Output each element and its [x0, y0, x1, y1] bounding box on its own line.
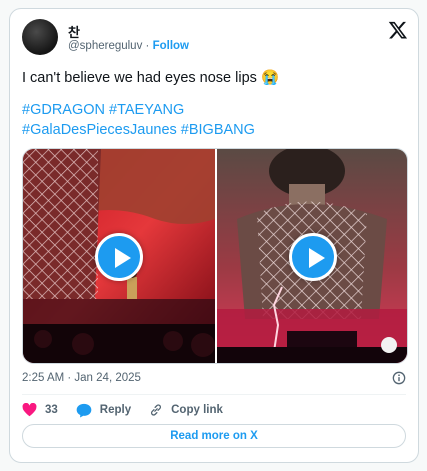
hashtag-link[interactable]: #GalaDesPiecesJaunes [22, 122, 177, 138]
author-handle-row: @sphereguluv · Follow [68, 40, 189, 52]
divider [22, 394, 406, 395]
hashtag-link[interactable]: #TAEYANG [109, 102, 184, 118]
heart-icon [22, 403, 37, 417]
hashtag-link[interactable]: #GDRAGON [22, 102, 105, 118]
x-logo-icon[interactable] [388, 20, 408, 40]
tweet-text: I can't believe we had eyes nose lips 😭 [22, 70, 279, 86]
separator-dot: · [145, 40, 150, 52]
author-handle[interactable]: @sphereguluv [68, 40, 142, 52]
play-icon[interactable] [289, 233, 337, 281]
reply-bubble-icon [76, 403, 92, 417]
hashtag-line: #GDRAGON #TAEYANG [22, 102, 184, 118]
follow-button[interactable]: Follow [153, 40, 189, 52]
like-button[interactable]: 33 [22, 403, 58, 417]
media-grid [22, 148, 408, 364]
tweet-card: 찬 @sphereguluv · Follow I can't believe … [9, 8, 419, 463]
author-display-name[interactable]: 찬 [68, 22, 80, 41]
hashtag-line: #GalaDesPiecesJaunes #BIGBANG [22, 122, 255, 138]
video-thumbnail[interactable] [217, 149, 407, 363]
reply-button[interactable]: Reply [76, 403, 131, 418]
read-more-button[interactable]: Read more on X [22, 424, 406, 448]
copy-link-label: Copy link [171, 404, 223, 416]
action-bar: 33 Reply Copy link [22, 401, 241, 419]
link-icon [151, 404, 162, 416]
info-icon[interactable] [392, 371, 406, 385]
copy-link-button[interactable]: Copy link [149, 403, 223, 417]
avatar[interactable] [22, 19, 58, 55]
hashtag-link[interactable]: #BIGBANG [181, 122, 255, 138]
like-count: 33 [45, 404, 58, 416]
play-icon[interactable] [95, 233, 143, 281]
tweet-timestamp[interactable]: 2:25 AM · Jan 24, 2025 [22, 372, 141, 384]
video-thumbnail[interactable] [23, 149, 215, 363]
reply-label: Reply [99, 404, 132, 416]
